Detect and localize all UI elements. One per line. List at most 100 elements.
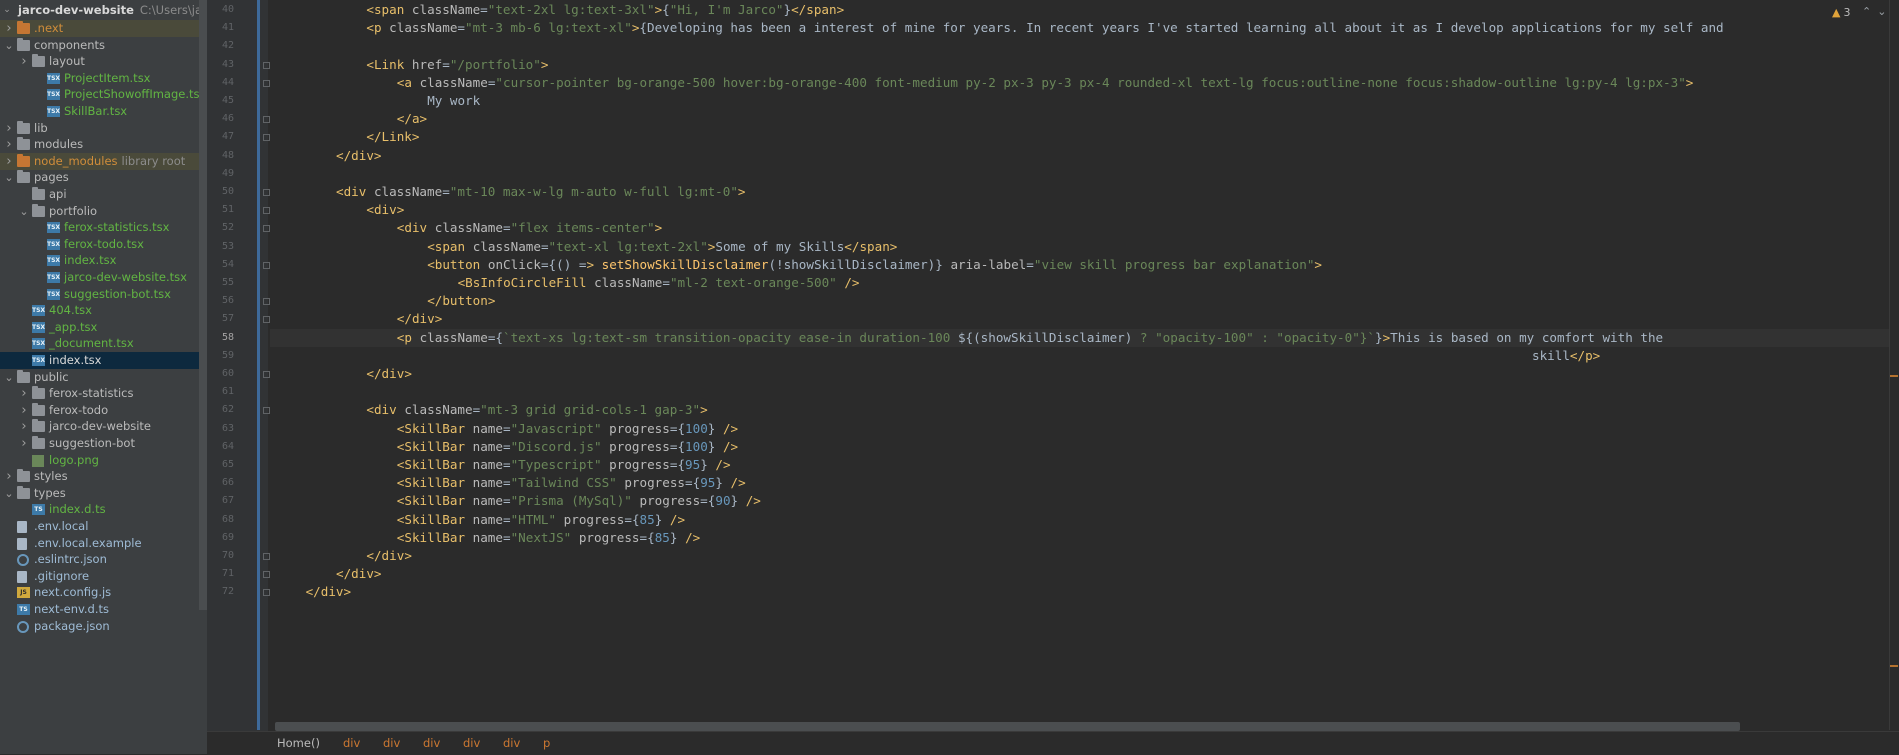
tree-item[interactable]: suggestion-bot.tsx — [0, 286, 199, 303]
fold-marker-icon[interactable] — [263, 553, 270, 560]
tree-item[interactable]: ProjectShowoffImage.tsx — [0, 86, 199, 103]
tree-item[interactable]: next-env.d.ts — [0, 601, 199, 618]
tree-item[interactable]: _app.tsx — [0, 319, 199, 336]
code-line[interactable]: <SkillBar name="Discord.js" progress={10… — [270, 438, 1889, 456]
stripe-mark[interactable] — [1890, 665, 1898, 667]
tree-item[interactable]: jarco-dev-website.tsx — [0, 269, 199, 286]
line-number[interactable]: 54 — [207, 256, 234, 274]
tree-item[interactable]: › ferox-statistics — [0, 385, 199, 402]
line-number[interactable]: 52 — [207, 219, 234, 237]
line-number[interactable]: 56 — [207, 292, 234, 310]
chevron-right-icon[interactable]: › — [4, 20, 14, 37]
code-line[interactable]: </div> — [270, 547, 1889, 565]
chevron-down-icon[interactable]: ⌄ — [4, 485, 14, 502]
code-line[interactable]: My work — [270, 92, 1889, 110]
tree-item[interactable]: › modules — [0, 136, 199, 153]
code-line[interactable]: <p className={`text-xs lg:text-sm transi… — [270, 328, 1889, 347]
tree-item[interactable]: › jarco-dev-website — [0, 418, 199, 435]
breadcrumb-tag[interactable]: div — [503, 732, 520, 754]
code-line[interactable] — [270, 37, 1889, 55]
fold-marker-icon[interactable] — [263, 371, 270, 378]
chevron-right-icon[interactable]: › — [4, 153, 14, 170]
breadcrumb-function[interactable]: Home() — [277, 732, 320, 754]
chevron-down-icon[interactable]: ⌄ — [2, 0, 12, 20]
tree-item[interactable]: ⌄ portfolio — [0, 203, 199, 220]
code-line[interactable]: <a className="cursor-pointer bg-orange-5… — [270, 74, 1889, 92]
code-line[interactable]: <Link href="/portfolio"> — [270, 56, 1889, 74]
fold-marker-icon[interactable] — [263, 61, 270, 69]
fold-marker-icon[interactable] — [263, 189, 270, 196]
line-number[interactable]: 72 — [207, 583, 234, 601]
breadcrumb-tag[interactable]: div — [423, 732, 440, 754]
tree-item[interactable]: package.json — [0, 618, 199, 635]
tree-item[interactable]: .gitignore — [0, 568, 199, 585]
tree-item[interactable]: _document.tsx — [0, 335, 199, 352]
code-line[interactable]: <button onClick={() => setShowSkillDiscl… — [270, 256, 1889, 274]
code-line[interactable]: <span className="text-xl lg:text-2xl">So… — [270, 238, 1889, 256]
fold-marker-icon[interactable] — [263, 134, 270, 142]
chevron-down-icon[interactable]: ⌄ — [4, 169, 14, 186]
line-number[interactable]: 45 — [207, 92, 234, 110]
tree-item[interactable]: ⌄ public — [0, 369, 199, 386]
line-number[interactable]: 65 — [207, 456, 234, 474]
tree-item[interactable]: › .next — [0, 20, 199, 37]
code-line[interactable]: <SkillBar name="Javascript" progress={10… — [270, 420, 1889, 438]
line-number[interactable]: 42 — [207, 37, 234, 55]
fold-marker-icon[interactable] — [263, 298, 270, 306]
fold-marker-icon[interactable] — [263, 225, 270, 233]
tree-item[interactable]: › layout — [0, 53, 199, 70]
code-line[interactable]: <SkillBar name="Prisma (MySql)" progress… — [270, 492, 1889, 510]
tree-item[interactable]: › lib — [0, 120, 199, 137]
line-number[interactable]: 63 — [207, 420, 234, 438]
fold-marker-icon[interactable] — [263, 316, 270, 324]
code-line[interactable]: </Link> — [270, 128, 1889, 146]
inspection-widget[interactable]: ▲ 3 — [1832, 6, 1850, 19]
error-stripe[interactable] — [1889, 0, 1899, 730]
code-line[interactable]: <div> — [270, 201, 1889, 219]
code-line[interactable]: <BsInfoCircleFill className="ml-2 text-o… — [270, 274, 1889, 292]
tree-item[interactable]: ⌄ pages — [0, 169, 199, 186]
chevron-right-icon[interactable]: › — [19, 53, 29, 70]
horizontal-scrollbar[interactable] — [275, 722, 1740, 731]
tree-item[interactable]: logo.png — [0, 452, 199, 469]
tree-item[interactable]: index.tsx — [0, 352, 199, 369]
tree-item[interactable]: › node_modules library root — [0, 152, 199, 170]
stripe-mark[interactable] — [1890, 375, 1898, 377]
tree-item[interactable]: › ferox-todo — [0, 402, 199, 419]
line-number[interactable]: 50 — [207, 183, 234, 201]
chevron-right-icon[interactable]: › — [19, 385, 29, 402]
vcs-change-marker[interactable] — [257, 0, 260, 730]
code-line[interactable]: <SkillBar name="Tailwind CSS" progress={… — [270, 474, 1889, 492]
line-number[interactable]: 43 — [207, 56, 234, 74]
tree-item[interactable]: ferox-statistics.tsx — [0, 219, 199, 236]
code-line[interactable]: <div className="flex items-center"> — [270, 219, 1889, 237]
tree-item[interactable]: .env.local.example — [0, 535, 199, 552]
breadcrumb-tag[interactable]: p — [543, 732, 550, 754]
tree-item[interactable]: .eslintrc.json — [0, 551, 199, 568]
tree-root[interactable]: ⌄ jarco-dev-website C:\Users\jarco\ — [0, 0, 199, 20]
code-line[interactable]: <p className="mt-3 mb-6 lg:text-xl">{Dev… — [270, 19, 1889, 37]
code-line[interactable]: <SkillBar name="NextJS" progress={85} /> — [270, 529, 1889, 547]
breadcrumb[interactable]: Home() div div div div div p — [207, 731, 1899, 755]
tree-item[interactable]: ProjectItem.tsx — [0, 70, 199, 87]
line-number[interactable]: 41 — [207, 19, 234, 37]
code-line[interactable]: <SkillBar name="Typescript" progress={95… — [270, 456, 1889, 474]
chevron-right-icon[interactable]: › — [19, 418, 29, 435]
line-number[interactable]: 62 — [207, 401, 234, 419]
code-line[interactable] — [270, 383, 1889, 401]
line-number[interactable]: 71 — [207, 565, 234, 583]
chevron-right-icon[interactable]: › — [4, 468, 14, 485]
tree-item[interactable]: ⌄ types — [0, 485, 199, 502]
tree-item[interactable]: index.tsx — [0, 252, 199, 269]
line-number[interactable]: 48 — [207, 147, 234, 165]
tree-item[interactable]: SkillBar.tsx — [0, 103, 199, 120]
chevron-right-icon[interactable]: › — [19, 435, 29, 452]
tree-item[interactable]: next.config.js — [0, 584, 199, 601]
tree-item[interactable]: › suggestion-bot — [0, 435, 199, 452]
chevron-down-icon[interactable]: ⌄ — [19, 203, 29, 220]
code-line[interactable]: </div> — [270, 365, 1889, 383]
chevron-down-icon[interactable]: ⌄ — [4, 369, 14, 386]
tree-item[interactable]: api — [0, 186, 199, 203]
tree-item[interactable]: .env.local — [0, 518, 199, 535]
fold-marker-icon[interactable] — [263, 261, 270, 269]
